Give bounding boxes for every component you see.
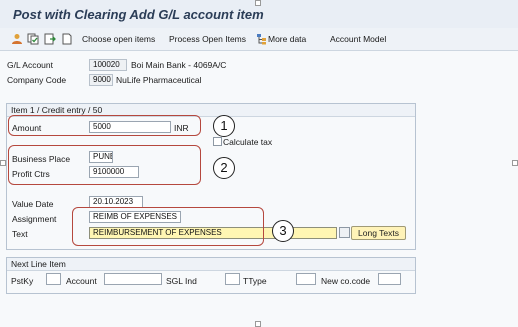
sgl-ind-field[interactable] — [225, 273, 240, 285]
gl-account-description: Boi Main Bank - 4069A/C — [131, 60, 227, 70]
document-icon[interactable] — [61, 33, 73, 45]
value-date-label: Value Date — [12, 199, 54, 209]
resize-handle-bottom[interactable] — [255, 321, 261, 327]
company-code-description: NuLife Pharmaceutical — [116, 75, 202, 85]
sgl-ind-label: SGL Ind — [166, 276, 197, 286]
long-texts-button[interactable]: Long Texts — [351, 226, 406, 240]
account-model-button[interactable]: Account Model — [330, 34, 386, 44]
new-cocode-field[interactable] — [378, 273, 401, 285]
gl-account-field: 100020 — [89, 59, 127, 71]
calculate-tax-checkbox[interactable] — [213, 137, 222, 146]
ttype-label: TType — [243, 276, 267, 286]
annotation-number-1: 1 — [213, 115, 235, 137]
annotation-box-amount — [8, 115, 201, 136]
annotation-number-3: 3 — [272, 220, 294, 242]
company-code-label: Company Code — [7, 75, 67, 85]
ttype-field[interactable] — [296, 273, 316, 285]
item-group-title: Item 1 / Credit entry / 50 — [11, 105, 103, 115]
annotation-box-business-place — [8, 145, 201, 185]
next-line-item-header: Next Line Item — [7, 258, 415, 271]
more-data-button[interactable]: More data — [268, 34, 306, 44]
account-field[interactable] — [104, 273, 162, 285]
assignment-label: Assignment — [12, 214, 57, 224]
pstky-label: PstKy — [11, 276, 34, 286]
page-title: Post with Clearing Add G/L account item — [13, 7, 264, 22]
process-open-items-button[interactable]: Process Open Items — [169, 34, 246, 44]
company-code-field: 9000 — [89, 74, 113, 86]
pstky-field[interactable] — [46, 273, 61, 285]
text-expand-icon[interactable] — [339, 227, 350, 238]
overview-icon[interactable] — [44, 33, 56, 45]
text-label: Text — [12, 229, 28, 239]
copy-icon[interactable] — [27, 33, 39, 45]
choose-open-items-button[interactable]: Choose open items — [82, 34, 155, 44]
resize-handle-left[interactable] — [0, 160, 6, 166]
annotation-number-2: 2 — [213, 157, 235, 179]
calculate-tax-label: Calculate tax — [223, 137, 273, 147]
annotation-box-text — [72, 207, 264, 246]
new-cocode-label: New co.code — [321, 276, 371, 286]
resize-handle-right[interactable] — [512, 160, 518, 166]
tree-icon[interactable] — [256, 33, 268, 45]
account-label: Account — [66, 276, 97, 286]
person-icon[interactable] — [11, 33, 23, 45]
next-line-item-title: Next Line Item — [11, 259, 66, 269]
gl-account-label: G/L Account — [7, 60, 53, 70]
resize-handle-top[interactable] — [255, 0, 261, 6]
